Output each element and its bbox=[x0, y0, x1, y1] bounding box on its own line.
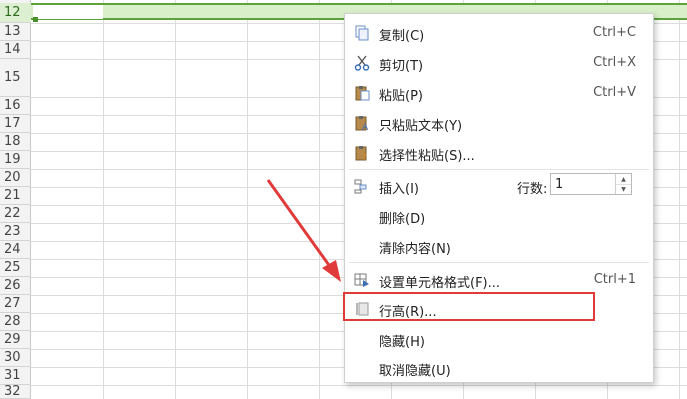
row-count-value[interactable]: 1 bbox=[555, 177, 563, 192]
spinner-buttons: ▲ ▼ bbox=[615, 174, 631, 194]
menu-item-paste[interactable]: 粘贴(P) Ctrl+V bbox=[345, 79, 653, 107]
row-number[interactable]: 27 bbox=[0, 295, 31, 313]
menu-item-hide[interactable]: 隐藏(H) bbox=[345, 325, 653, 353]
menu-item-copy[interactable]: 复制(C) Ctrl+C bbox=[345, 19, 653, 47]
row-number[interactable]: 15 bbox=[0, 59, 31, 97]
menu-separator bbox=[349, 169, 649, 170]
row-number[interactable]: 25 bbox=[0, 259, 31, 277]
menu-item-label: 取消隐藏(U) bbox=[379, 364, 451, 379]
menu-separator bbox=[349, 262, 649, 263]
row-number[interactable]: 16 bbox=[0, 97, 31, 115]
menu-item-label: 选择性粘贴(S)... bbox=[379, 149, 475, 164]
row-number[interactable]: 13 bbox=[0, 23, 31, 41]
menu-item-label: 删除(D) bbox=[379, 212, 426, 227]
row-number[interactable]: 24 bbox=[0, 241, 31, 259]
row-count-label: 行数: bbox=[517, 182, 548, 197]
menu-item-label: 只粘贴文本(Y) bbox=[379, 119, 463, 134]
menu-item-clear-contents[interactable]: 清除内容(N) bbox=[345, 232, 653, 260]
row-number[interactable]: 18 bbox=[0, 133, 31, 151]
shortcut-text: Ctrl+X bbox=[593, 55, 636, 70]
context-menu: 复制(C) Ctrl+C 剪切(T) Ctrl+X 粘贴(P) Ctrl+V A… bbox=[344, 13, 654, 383]
insert-rows-icon bbox=[354, 178, 370, 194]
menu-item-label: 设置单元格格式(F)... bbox=[379, 276, 501, 291]
menu-item-unhide[interactable]: 取消隐藏(U) bbox=[345, 354, 653, 382]
row-number[interactable]: 19 bbox=[0, 151, 31, 169]
paste-special-icon: ? bbox=[354, 145, 370, 163]
row-count-spinner[interactable]: 1 ▲ ▼ bbox=[550, 173, 632, 195]
shortcut-text: Ctrl+V bbox=[593, 85, 636, 100]
shortcut-text: Ctrl+1 bbox=[593, 272, 636, 287]
row-number[interactable]: 31 bbox=[0, 367, 31, 385]
spinner-down-icon[interactable]: ▼ bbox=[616, 184, 631, 194]
menu-item-label: 插入(I) bbox=[379, 182, 419, 197]
row-number[interactable]: 28 bbox=[0, 313, 31, 331]
row-number[interactable]: 17 bbox=[0, 115, 31, 133]
menu-item-label: 隐藏(H) bbox=[379, 335, 425, 350]
menu-item-label: 剪切(T) bbox=[379, 59, 424, 74]
row-number[interactable]: 22 bbox=[0, 205, 31, 223]
row-number[interactable]: 23 bbox=[0, 223, 31, 241]
menu-item-paste-special[interactable]: ? 选择性粘贴(S)... bbox=[345, 139, 653, 167]
menu-item-label: 粘贴(P) bbox=[379, 89, 423, 104]
copy-icon bbox=[354, 25, 370, 41]
row-header: 12 13 14 15 16 17 18 19 20 21 22 23 24 2… bbox=[0, 0, 31, 399]
menu-item-label: 复制(C) bbox=[379, 29, 425, 44]
paste-icon bbox=[354, 85, 370, 101]
format-cells-icon bbox=[354, 272, 370, 288]
menu-item-paste-text[interactable]: A 只粘贴文本(Y) bbox=[345, 109, 653, 137]
menu-item-delete[interactable]: 删除(D) bbox=[345, 202, 653, 230]
menu-item-format-cells[interactable]: 设置单元格格式(F)... Ctrl+1 bbox=[345, 266, 653, 294]
row-number[interactable]: 14 bbox=[0, 41, 31, 59]
paste-text-icon: A bbox=[354, 115, 370, 133]
svg-text:A: A bbox=[362, 123, 369, 131]
svg-text:?: ? bbox=[362, 153, 367, 161]
active-cell[interactable] bbox=[33, 5, 103, 19]
row-number[interactable]: 30 bbox=[0, 349, 31, 367]
menu-item-cut[interactable]: 剪切(T) Ctrl+X bbox=[345, 49, 653, 77]
row-number[interactable]: 26 bbox=[0, 277, 31, 295]
row-number[interactable]: 21 bbox=[0, 187, 31, 205]
shortcut-text: Ctrl+C bbox=[592, 25, 636, 40]
menu-item-insert[interactable]: 插入(I) 行数: 1 ▲ ▼ bbox=[345, 172, 653, 200]
annotation-highlight-box bbox=[343, 292, 595, 321]
scissors-icon bbox=[354, 55, 370, 71]
fill-handle[interactable] bbox=[33, 17, 38, 22]
row-number-selected[interactable]: 12 bbox=[0, 3, 31, 23]
row-number[interactable]: 20 bbox=[0, 169, 31, 187]
row-number[interactable]: 32 bbox=[0, 385, 31, 399]
menu-item-label: 清除内容(N) bbox=[379, 242, 451, 257]
row-number[interactable]: 29 bbox=[0, 331, 31, 349]
